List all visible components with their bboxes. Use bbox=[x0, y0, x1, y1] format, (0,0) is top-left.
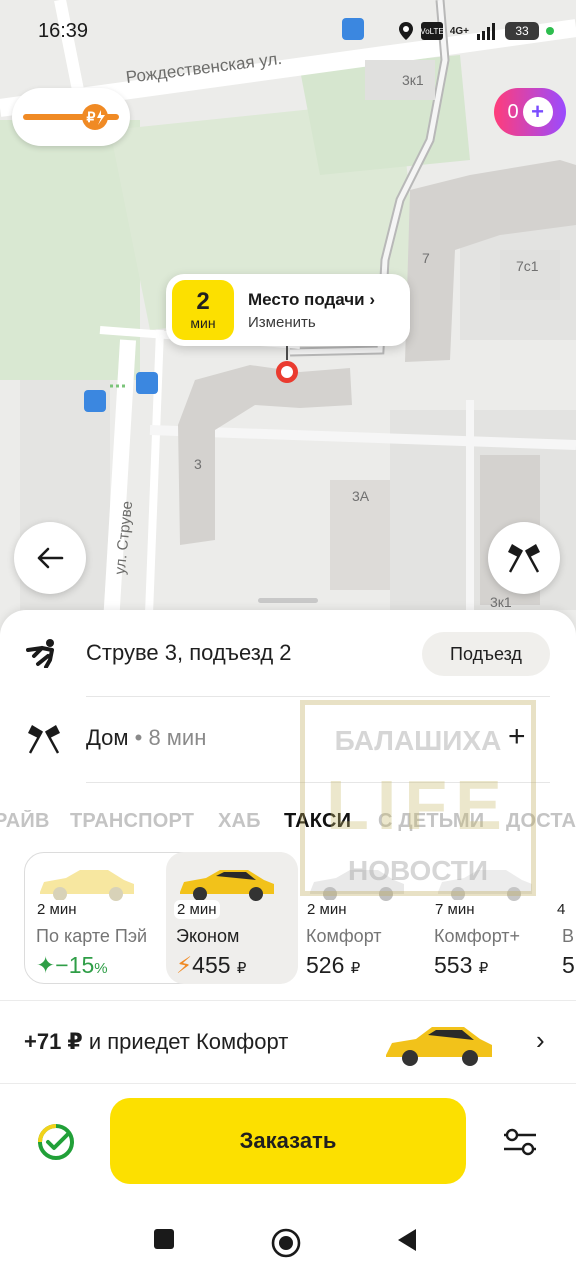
pickup-change[interactable]: Изменить bbox=[248, 314, 375, 331]
sber-pay-icon[interactable] bbox=[36, 1122, 76, 1162]
tab-taxi[interactable]: ТАКСИ bbox=[284, 810, 351, 833]
order-row: Заказать bbox=[0, 1096, 576, 1186]
settings-sliders-icon[interactable] bbox=[500, 1122, 540, 1162]
checkered-flags-icon bbox=[24, 719, 64, 759]
car-icon bbox=[180, 870, 274, 901]
fuel-prices-button[interactable]: ₽ bbox=[12, 88, 130, 146]
tab-hub[interactable]: ХАБ bbox=[218, 810, 261, 833]
signal-icon bbox=[477, 23, 495, 40]
tab-drive[interactable]: РАЙВ bbox=[0, 810, 50, 833]
ruble-lightning-icon: ₽ bbox=[23, 104, 119, 130]
tariff-name: В bbox=[562, 926, 575, 946]
upsell-text: и приедет Комфорт bbox=[82, 1029, 289, 1054]
svg-text:₽: ₽ bbox=[87, 109, 96, 125]
location-icon bbox=[398, 22, 413, 40]
add-stop-button[interactable]: + bbox=[508, 720, 526, 754]
privacy-indicator bbox=[546, 27, 554, 35]
network-type: 4G+ bbox=[449, 25, 469, 37]
tariff-card-pay[interactable]: 2 мин По карте Пэй ✦−15% bbox=[26, 852, 158, 984]
tariff-card-comfort[interactable]: 2 мин Комфорт 526 ₽ bbox=[296, 852, 428, 984]
service-tabs: РАЙВ ТРАНСПОРТ ХАБ ТАКСИ С ДЕТЬМИ ДОСТА bbox=[0, 810, 576, 844]
house-number: 7 bbox=[422, 250, 430, 266]
battery-icon: 33 bbox=[505, 22, 539, 40]
route-to-label: Дом bbox=[86, 725, 129, 750]
house-number: 3к1 bbox=[490, 594, 512, 610]
chevron-right-icon: › bbox=[536, 1025, 545, 1055]
pickup-eta-value: 2 bbox=[196, 288, 210, 315]
tab-transport[interactable]: ТРАНСПОРТ bbox=[70, 810, 194, 833]
pin-stem bbox=[286, 346, 288, 360]
status-bar: 16:39 VoLTE 4G+ 33 bbox=[0, 0, 576, 62]
car-icon bbox=[40, 870, 134, 901]
tariff-name: По карте Пэй bbox=[36, 926, 148, 946]
tab-delivery[interactable]: ДОСТА bbox=[506, 810, 576, 833]
recents-icon[interactable] bbox=[152, 1227, 176, 1251]
checkered-flags-icon bbox=[508, 544, 540, 573]
car-icon bbox=[310, 870, 404, 901]
house-number: 7с1 bbox=[516, 258, 539, 274]
tariff-list: 2 мин По карте Пэй ✦−15% 2 мин Эконом ⚡4… bbox=[0, 852, 576, 986]
entrance-button[interactable]: Подъезд bbox=[422, 632, 550, 676]
tab-kids[interactable]: С ДЕТЬМИ bbox=[378, 810, 484, 833]
pickup-callout[interactable]: 2 мин Место подачи › Изменить bbox=[166, 274, 410, 346]
order-button[interactable]: Заказать bbox=[110, 1098, 466, 1184]
pickup-eta: 2 мин bbox=[172, 280, 234, 340]
tariff-eta: 4 bbox=[554, 900, 569, 919]
pickup-title: Место подачи bbox=[248, 289, 365, 309]
pin-icon[interactable] bbox=[276, 361, 298, 383]
route-to-row[interactable]: Дом • 8 мин + bbox=[0, 696, 576, 782]
house-number: 3А bbox=[352, 488, 370, 504]
back-icon[interactable] bbox=[396, 1227, 418, 1253]
tariff-name: Эконом bbox=[176, 926, 240, 946]
house-number: 3 bbox=[194, 456, 202, 472]
upsell-comfort[interactable]: +71 ₽ и приедет Комфорт › bbox=[0, 1000, 576, 1084]
tariff-price: 5 bbox=[562, 952, 575, 978]
tariff-price: ⚡455 ₽ bbox=[176, 952, 247, 978]
tariff-price: ✦−15% bbox=[36, 952, 108, 978]
back-arrow-icon bbox=[37, 547, 64, 569]
house-number: 3к1 bbox=[402, 72, 424, 88]
route-separator: • bbox=[128, 725, 149, 750]
lightning-icon: ⚡ bbox=[176, 952, 193, 978]
pickup-eta-unit: мин bbox=[190, 315, 216, 331]
sheet-drag-handle[interactable] bbox=[258, 598, 318, 603]
tariff-name: Комфорт bbox=[306, 926, 382, 946]
route-from-address: Струве 3, подъезд 2 bbox=[86, 640, 292, 665]
tariff-eta: 2 мин bbox=[174, 900, 220, 919]
car-icon bbox=[438, 870, 532, 901]
car-icon bbox=[386, 1027, 492, 1066]
back-button[interactable] bbox=[14, 522, 86, 594]
pedestrian-icon bbox=[24, 633, 64, 673]
tariff-eta: 2 мин bbox=[34, 900, 80, 919]
tariff-price: 526 ₽ bbox=[306, 952, 361, 978]
tariff-name: Комфорт+ bbox=[434, 926, 521, 946]
system-navbar bbox=[0, 1205, 576, 1280]
route-from-row[interactable]: Струве 3, подъезд 2 Подъезд bbox=[0, 610, 576, 696]
svg-text:VoLTE: VoLTE bbox=[421, 27, 443, 36]
status-icons: VoLTE 4G+ 33 bbox=[398, 21, 554, 41]
route-to-time: 8 мин bbox=[148, 725, 207, 750]
map[interactable]: Рождественская ул. ул. Струве 3к1 7 7с1 … bbox=[0, 0, 576, 640]
tariff-eta: 7 мин bbox=[432, 900, 478, 919]
tariff-eta: 2 мин bbox=[304, 900, 350, 919]
chevron-right-icon: › bbox=[369, 289, 376, 309]
finish-flags-button[interactable] bbox=[488, 522, 560, 594]
tariff-card-comfort-plus[interactable]: 7 мин Комфорт+ 553 ₽ bbox=[424, 852, 556, 984]
tariff-price: 553 ₽ bbox=[434, 952, 489, 978]
tariff-card-economy[interactable]: 2 мин Эконом ⚡455 ₽ bbox=[166, 852, 298, 984]
plus-icon: + bbox=[522, 97, 553, 127]
upsell-amount: +71 ₽ bbox=[24, 1029, 83, 1054]
volte-icon: VoLTE bbox=[420, 22, 443, 40]
tariff-card-partial[interactable]: 4 В 5 bbox=[554, 852, 576, 984]
plus-balance-button[interactable]: 0 + bbox=[494, 88, 566, 136]
status-time: 16:39 bbox=[38, 19, 89, 42]
discount-icon: ✦ bbox=[36, 952, 56, 978]
divider bbox=[86, 782, 550, 783]
order-sheet: Струве 3, подъезд 2 Подъезд Дом • 8 мин … bbox=[0, 610, 576, 1280]
home-icon[interactable] bbox=[270, 1227, 302, 1259]
plus-balance-value: 0 bbox=[507, 100, 519, 123]
